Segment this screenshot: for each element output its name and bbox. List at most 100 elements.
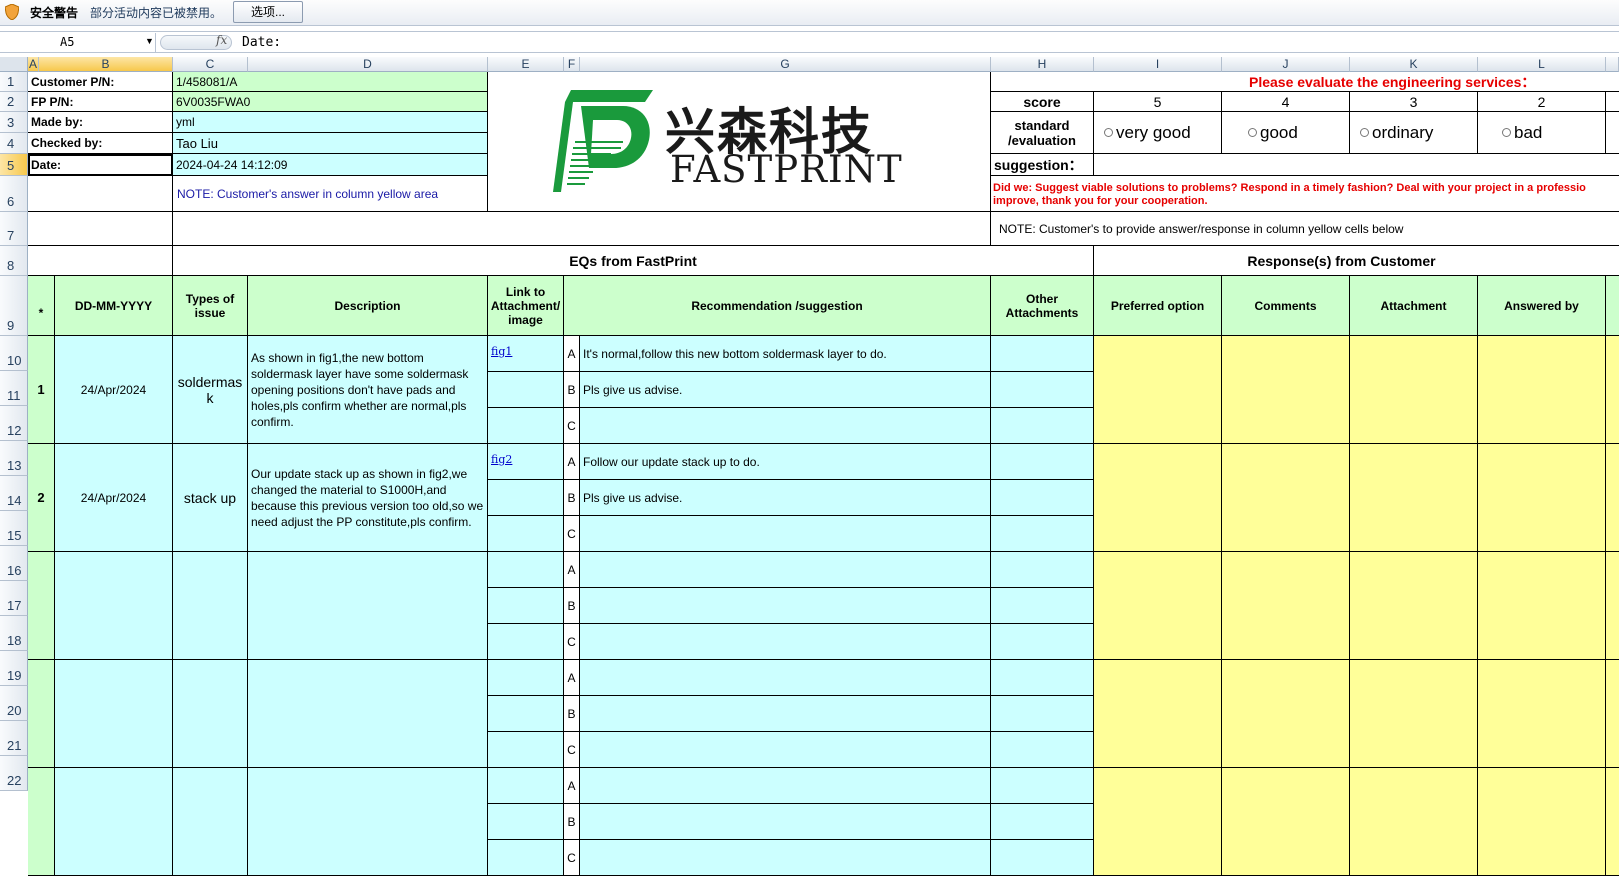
date-label-selected-cell[interactable]: Date: <box>28 154 173 176</box>
column-header-j[interactable]: J <box>1222 57 1350 72</box>
radio-bad[interactable]: bad <box>1478 112 1606 154</box>
attachment-input[interactable] <box>1350 660 1478 768</box>
row-header-1[interactable]: 1 <box>0 72 28 92</box>
preferred-option-input[interactable] <box>1094 660 1222 768</box>
comments-input[interactable] <box>1222 336 1350 444</box>
eq-date[interactable]: 24/Apr/2024 <box>55 444 173 552</box>
row-header-20[interactable]: 20 <box>0 686 28 721</box>
column-header-g[interactable]: G <box>580 57 991 72</box>
eq-type[interactable]: stack up <box>173 444 248 552</box>
attachment-link-cell[interactable] <box>488 768 564 804</box>
eq-description[interactable]: Our update stack up as shown in fig2,we … <box>248 444 488 552</box>
other-attachment-cell[interactable] <box>991 804 1094 840</box>
eq-description[interactable] <box>248 768 488 876</box>
attachment-link-cell[interactable]: fig1 <box>488 336 564 372</box>
row7-cell-cg[interactable] <box>173 212 991 246</box>
select-all-corner[interactable] <box>0 57 28 72</box>
eq-number[interactable] <box>28 660 55 768</box>
row-header-18[interactable]: 18 <box>0 616 28 651</box>
answered-by-input[interactable] <box>1478 660 1606 768</box>
eq-type[interactable]: soldermask <box>173 336 248 444</box>
other-attachment-cell[interactable] <box>991 732 1094 768</box>
attachment-link-cell[interactable] <box>488 552 564 588</box>
attachment-input[interactable] <box>1350 444 1478 552</box>
column-header-h[interactable]: H <box>991 57 1094 72</box>
recommendation-option[interactable] <box>580 408 991 444</box>
column-header-f[interactable]: F <box>564 57 580 72</box>
eq-number[interactable] <box>28 552 55 660</box>
attachment-link-cell[interactable] <box>488 480 564 516</box>
row8-cell-ab[interactable] <box>28 246 173 276</box>
row7-cell-ab[interactable] <box>28 212 173 246</box>
name-box-dropdown-icon[interactable]: ▼ <box>145 36 154 46</box>
attachment-input[interactable] <box>1350 552 1478 660</box>
recommendation-option[interactable]: It's normal,follow this new bottom solde… <box>580 336 991 372</box>
row-header-13[interactable]: 13 <box>0 441 28 476</box>
options-button[interactable]: 选项... <box>233 1 303 23</box>
column-header-d[interactable]: D <box>248 57 488 72</box>
attachment-link-cell[interactable] <box>488 696 564 732</box>
attachment-link[interactable]: fig2 <box>491 453 512 466</box>
other-attachment-cell[interactable] <box>991 408 1094 444</box>
column-header-e[interactable]: E <box>488 57 564 72</box>
other-attachment-cell[interactable] <box>991 516 1094 552</box>
checked-by-value[interactable]: Tao Liu <box>173 133 488 154</box>
eq-type[interactable] <box>173 552 248 660</box>
made-by-value[interactable]: yml <box>173 112 488 133</box>
eq-date[interactable]: 24/Apr/2024 <box>55 336 173 444</box>
answered-by-input[interactable] <box>1478 444 1606 552</box>
row-header-5[interactable]: 5 <box>0 154 28 176</box>
comments-input[interactable] <box>1222 444 1350 552</box>
other-attachment-cell[interactable] <box>991 480 1094 516</box>
comments-input[interactable] <box>1222 660 1350 768</box>
recommendation-option[interactable] <box>580 768 991 804</box>
other-attachment-cell[interactable] <box>991 624 1094 660</box>
eq-description[interactable]: As shown in fig1,the new bottom solderma… <box>248 336 488 444</box>
answered-by-input[interactable] <box>1478 768 1606 876</box>
recommendation-option[interactable] <box>580 552 991 588</box>
attachment-link-cell[interactable] <box>488 660 564 696</box>
row-header-11[interactable]: 11 <box>0 371 28 406</box>
other-attachment-cell[interactable] <box>991 372 1094 408</box>
answered-by-input[interactable] <box>1478 552 1606 660</box>
overflow-input[interactable] <box>1606 444 1619 552</box>
row-header-9[interactable]: 9 <box>0 276 28 336</box>
attachment-link-cell[interactable] <box>488 732 564 768</box>
other-attachment-cell[interactable] <box>991 444 1094 480</box>
comments-input[interactable] <box>1222 552 1350 660</box>
overflow-input[interactable] <box>1606 768 1619 876</box>
recommendation-option[interactable]: Pls give us advise. <box>580 480 991 516</box>
row-header-4[interactable]: 4 <box>0 133 28 154</box>
formula-input[interactable]: Date: <box>242 33 281 52</box>
radio-ordinary[interactable]: ordinary <box>1350 112 1478 154</box>
row-header-14[interactable]: 14 <box>0 476 28 511</box>
overflow-input[interactable] <box>1606 660 1619 768</box>
other-attachment-cell[interactable] <box>991 588 1094 624</box>
row-header-7[interactable]: 7 <box>0 212 28 246</box>
radio-icon[interactable] <box>1502 128 1511 137</box>
radio-very-good[interactable]: very good <box>1094 112 1222 154</box>
preferred-option-input[interactable] <box>1094 768 1222 876</box>
row-header-8[interactable]: 8 <box>0 246 28 276</box>
attachment-link-cell[interactable] <box>488 624 564 660</box>
suggestion-input[interactable] <box>1094 154 1619 176</box>
row-header-15[interactable]: 15 <box>0 511 28 546</box>
other-attachment-cell[interactable] <box>991 660 1094 696</box>
recommendation-option[interactable] <box>580 696 991 732</box>
attachment-link[interactable]: fig1 <box>491 345 512 358</box>
row-header-3[interactable]: 3 <box>0 112 28 133</box>
attachment-link-cell[interactable] <box>488 516 564 552</box>
recommendation-option[interactable] <box>580 804 991 840</box>
row-header-2[interactable]: 2 <box>0 92 28 112</box>
eq-type[interactable] <box>173 768 248 876</box>
comments-input[interactable] <box>1222 768 1350 876</box>
preferred-option-input[interactable] <box>1094 336 1222 444</box>
overflow-input[interactable] <box>1606 552 1619 660</box>
column-header-l[interactable]: L <box>1478 57 1606 72</box>
recommendation-option[interactable] <box>580 516 991 552</box>
other-attachment-cell[interactable] <box>991 840 1094 876</box>
attachment-link-cell[interactable] <box>488 408 564 444</box>
eq-date[interactable] <box>55 768 173 876</box>
preferred-option-input[interactable] <box>1094 444 1222 552</box>
row-header-12[interactable]: 12 <box>0 406 28 441</box>
